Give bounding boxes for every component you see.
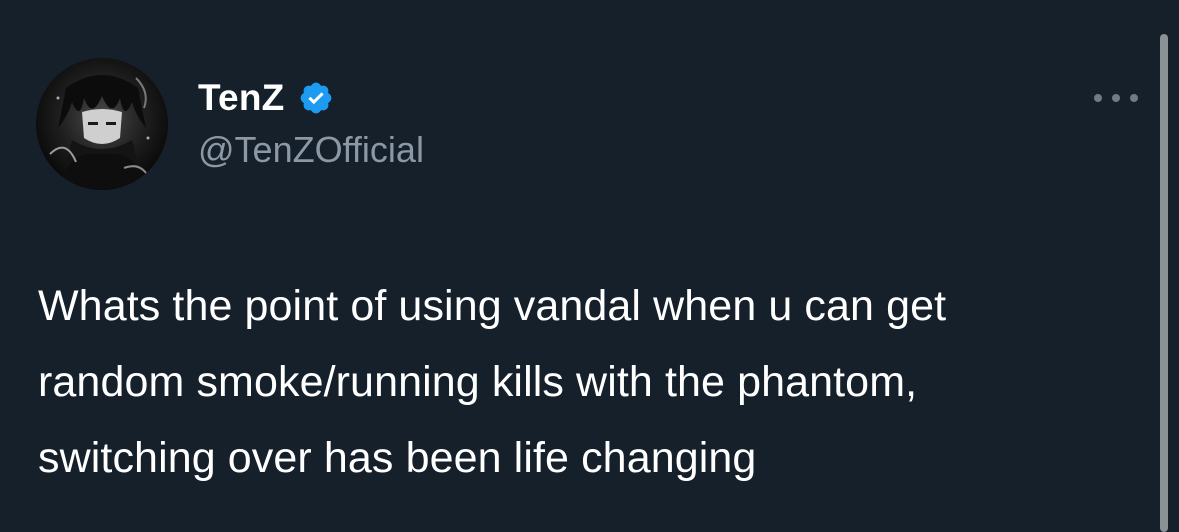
verified-badge-icon — [298, 80, 334, 116]
more-horizontal-icon — [1094, 94, 1102, 102]
more-horizontal-icon — [1112, 94, 1120, 102]
scrollbar[interactable] — [1160, 34, 1168, 532]
author-display-name[interactable]: TenZ — [198, 76, 284, 120]
tweet-text: Whats the point of using vandal when u c… — [38, 282, 947, 482]
avatar[interactable] — [36, 58, 168, 190]
tweet-card: TenZ @TenZOfficial Whats the point of us… — [0, 0, 1179, 532]
author-handle[interactable]: @TenZOfficial — [198, 128, 424, 172]
more-options-button[interactable] — [1094, 86, 1138, 110]
avatar-image — [36, 58, 168, 190]
more-horizontal-icon — [1130, 94, 1138, 102]
author-name-row: TenZ — [198, 76, 334, 120]
